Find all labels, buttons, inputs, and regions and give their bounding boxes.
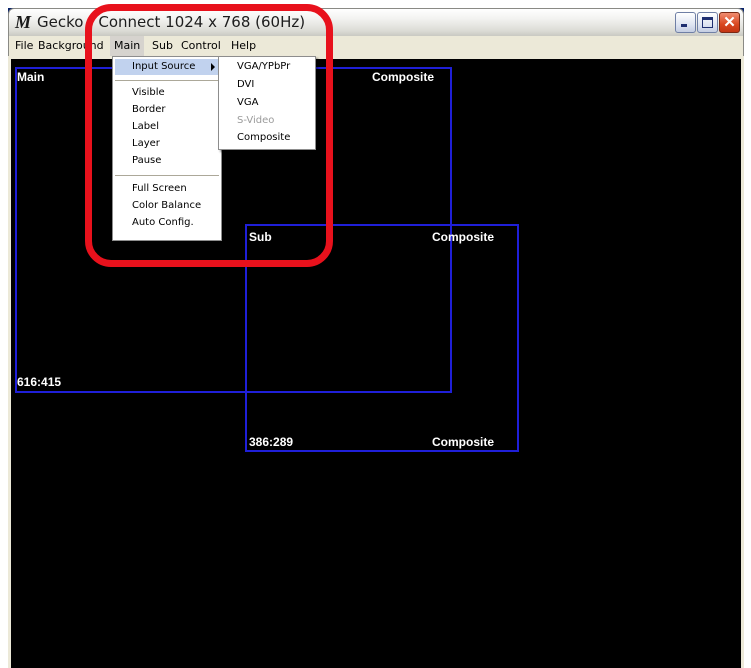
minimize-button[interactable] xyxy=(675,12,696,33)
sub-pane-source: Composite xyxy=(432,230,495,244)
app-logo-icon: M xyxy=(15,12,32,32)
main-pane-source: Composite xyxy=(372,70,435,84)
main-pane-size: 616:415 xyxy=(17,375,62,389)
sub-pane-source-bottom: Composite xyxy=(432,435,495,449)
minimize-icon xyxy=(681,24,687,27)
sub-pane-size: 386:289 xyxy=(249,435,294,449)
maximize-icon xyxy=(702,17,713,28)
main-pane-label: Main xyxy=(17,70,45,84)
highlight-annotation xyxy=(85,4,333,267)
close-icon: ✕ xyxy=(723,14,736,31)
maximize-button[interactable] xyxy=(697,12,718,33)
close-button[interactable]: ✕ xyxy=(719,12,740,33)
